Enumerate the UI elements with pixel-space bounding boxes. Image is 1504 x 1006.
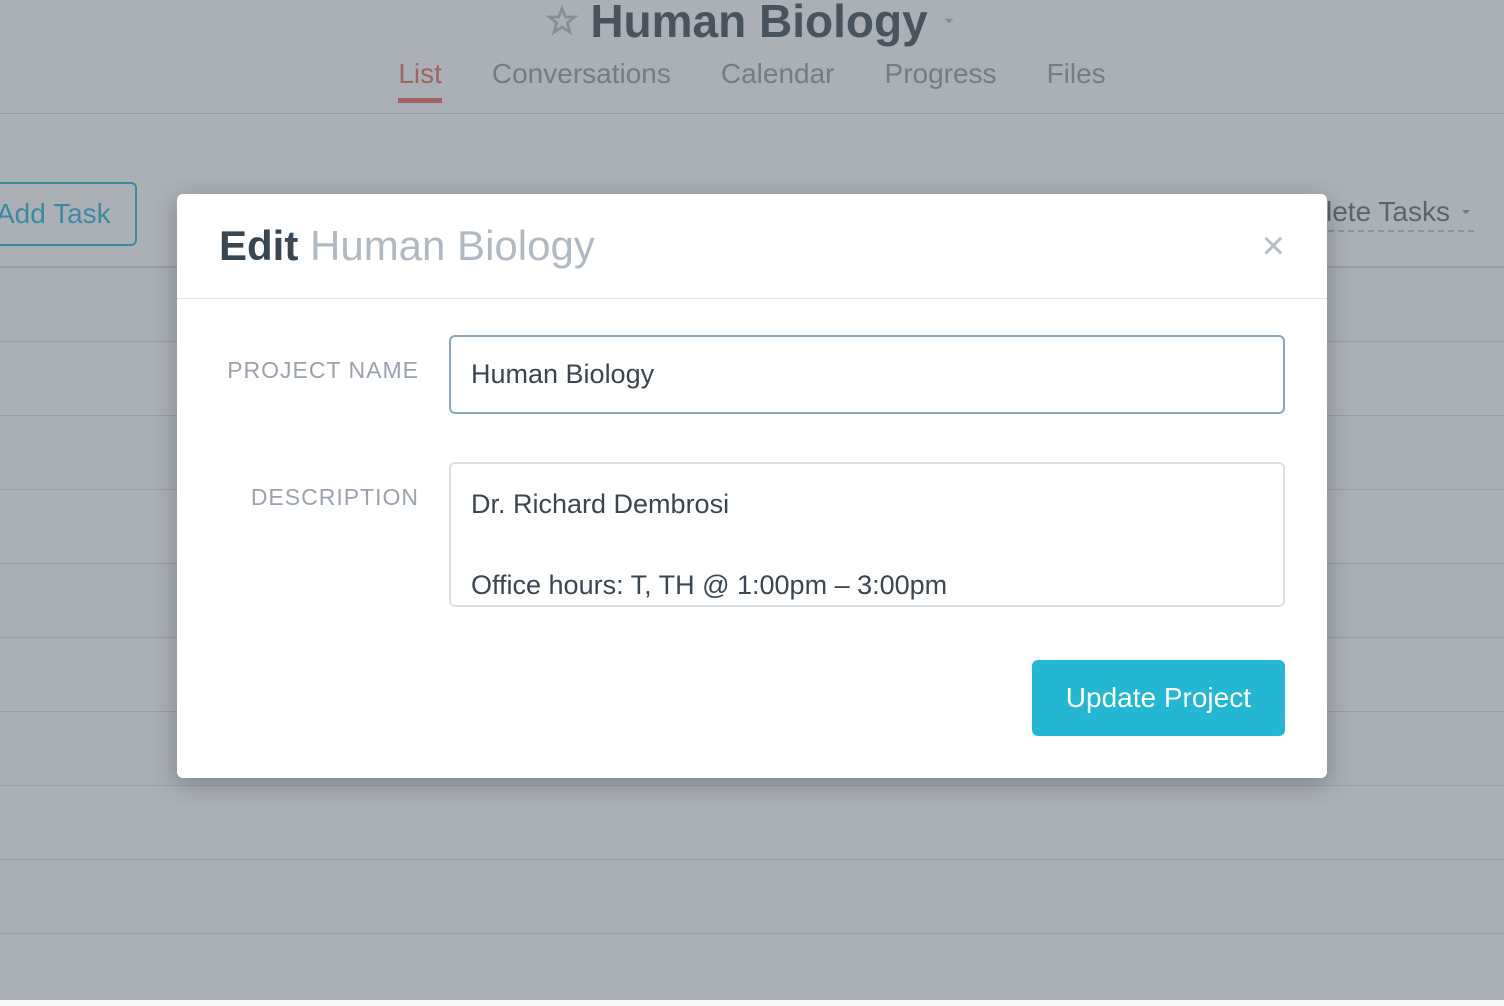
- modal-title-edit: Edit: [219, 222, 298, 269]
- description-textarea[interactable]: [449, 462, 1285, 607]
- label-description: DESCRIPTION: [219, 462, 449, 511]
- project-name-input[interactable]: [449, 335, 1285, 414]
- form-row-description: DESCRIPTION: [219, 462, 1285, 612]
- edit-project-modal: Edit Human Biology × PROJECT NAME DESCRI…: [177, 194, 1327, 778]
- modal-overlay[interactable]: Edit Human Biology × PROJECT NAME DESCRI…: [0, 0, 1504, 1000]
- label-project-name: PROJECT NAME: [219, 335, 449, 384]
- update-project-button[interactable]: Update Project: [1032, 660, 1285, 736]
- form-row-project-name: PROJECT NAME: [219, 335, 1285, 414]
- modal-title: Edit Human Biology: [219, 222, 595, 270]
- modal-header: Edit Human Biology ×: [177, 194, 1327, 299]
- modal-title-sub: Human Biology: [310, 222, 595, 269]
- modal-body: PROJECT NAME DESCRIPTION Update Project: [177, 299, 1327, 778]
- modal-actions: Update Project: [219, 660, 1285, 736]
- close-button[interactable]: ×: [1262, 226, 1285, 266]
